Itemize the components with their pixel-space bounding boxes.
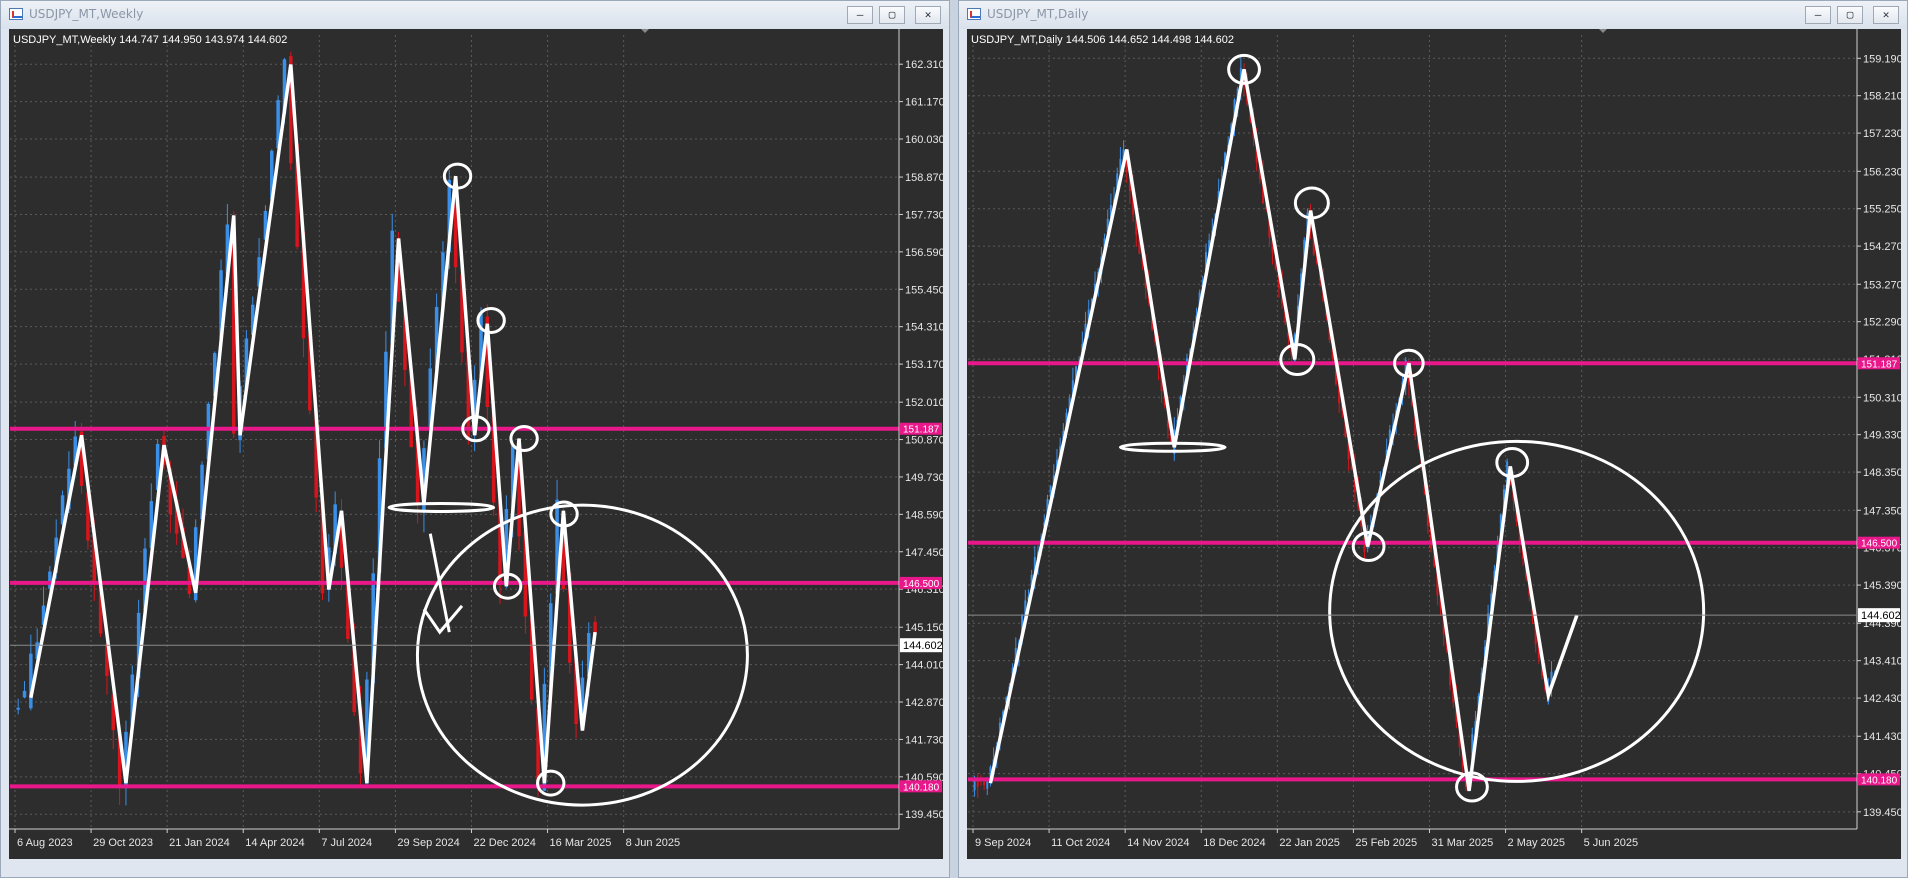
level-price-tag-label: 140.180 bbox=[903, 782, 940, 793]
weekly-candlestick-chart[interactable]: 151.187 146.500 140.180 162.310 161.170 160.0… bbox=[9, 29, 943, 859]
chart-window-icon bbox=[967, 8, 981, 20]
price-tick-label: 159.190 bbox=[1863, 53, 1901, 65]
shift-marker-icon bbox=[1599, 29, 1607, 33]
close-button[interactable]: ✕ bbox=[915, 6, 941, 24]
time-tick-label: 9 Sep 2024 bbox=[975, 837, 1031, 849]
price-tick-label: 145.150 bbox=[905, 622, 943, 634]
level-price-tag-label: 146.500 bbox=[903, 579, 940, 590]
current-price-label: 144.602 bbox=[903, 640, 943, 652]
close-button[interactable]: ✕ bbox=[1873, 6, 1899, 24]
time-tick-label: 2 May 2025 bbox=[1508, 837, 1565, 849]
candle bbox=[983, 781, 986, 786]
price-tick-label: 160.030 bbox=[905, 134, 943, 146]
level-price-tag-label: 151.187 bbox=[1861, 359, 1898, 370]
price-tick-label: 144.010 bbox=[905, 660, 943, 672]
daily-candlestick-chart[interactable]: 151.187 146.500 140.180 159.190 158.210 157.2… bbox=[967, 29, 1901, 859]
daily-chart-window: USDJPY_MT,Daily — ▢ ✕ 151.187 146.500 140.… bbox=[958, 0, 1908, 878]
price-tick-label: 155.250 bbox=[1863, 204, 1901, 216]
price-chart-area[interactable]: 151.187 146.500 140.180 159.190 158.210 157.2… bbox=[967, 29, 1901, 859]
price-chart-area[interactable]: 151.187 146.500 140.180 162.310 161.170 160.0… bbox=[9, 29, 943, 859]
time-tick-label: 7 Jul 2024 bbox=[321, 837, 372, 849]
price-tick-label: 156.230 bbox=[1863, 166, 1901, 178]
price-tick-label: 152.290 bbox=[1863, 317, 1901, 329]
price-tick-label: 141.730 bbox=[905, 734, 943, 746]
time-tick-label: 29 Sep 2024 bbox=[397, 837, 459, 849]
price-tick-label: 148.350 bbox=[1863, 467, 1901, 479]
price-tick-label: 150.870 bbox=[905, 435, 943, 447]
price-tick-label: 139.450 bbox=[905, 809, 943, 821]
current-price-label: 144.602 bbox=[1861, 610, 1901, 622]
drawn-base-ellipse[interactable] bbox=[387, 501, 496, 513]
level-price-tag-label: 151.187 bbox=[903, 425, 940, 436]
time-tick-label: 14 Nov 2024 bbox=[1127, 837, 1189, 849]
price-tick-label: 157.230 bbox=[1863, 128, 1901, 140]
time-tick-label: 22 Dec 2024 bbox=[473, 837, 535, 849]
time-tick-label: 31 Mar 2025 bbox=[1431, 837, 1493, 849]
level-price-tag-label: 146.500 bbox=[1861, 539, 1898, 550]
time-tick-label: 21 Jan 2024 bbox=[169, 837, 230, 849]
price-tick-label: 156.590 bbox=[905, 247, 943, 259]
price-tick-label: 139.450 bbox=[1863, 807, 1901, 819]
time-tick-label: 11 Oct 2024 bbox=[1051, 837, 1110, 849]
price-tick-label: 154.310 bbox=[905, 322, 943, 334]
time-tick-label: 8 Jun 2025 bbox=[626, 837, 680, 849]
drawn-large-circle[interactable] bbox=[415, 503, 749, 807]
candle bbox=[29, 653, 33, 709]
candle bbox=[16, 707, 20, 710]
candle bbox=[22, 690, 27, 698]
price-tick-label: 147.450 bbox=[905, 547, 943, 559]
drawn-stroke[interactable] bbox=[422, 604, 464, 635]
candle bbox=[976, 780, 979, 787]
drawn-pivot-circle[interactable] bbox=[536, 769, 566, 797]
price-tick-label: 141.430 bbox=[1863, 731, 1901, 743]
window-title: USDJPY_MT,Daily bbox=[987, 7, 1089, 21]
maximize-button[interactable]: ▢ bbox=[1837, 6, 1863, 24]
price-tick-label: 155.450 bbox=[905, 284, 943, 296]
price-tick-label: 158.870 bbox=[905, 172, 943, 184]
price-tick-label: 154.270 bbox=[1863, 241, 1901, 253]
price-tick-label: 149.730 bbox=[905, 472, 943, 484]
price-tick-label: 148.590 bbox=[905, 509, 943, 521]
price-tick-label: 158.210 bbox=[1863, 91, 1901, 103]
time-tick-label: 22 Jan 2025 bbox=[1279, 837, 1340, 849]
time-tick-label: 16 Mar 2025 bbox=[550, 837, 612, 849]
price-tick-label: 149.330 bbox=[1863, 430, 1901, 442]
time-tick-label: 5 Jun 2025 bbox=[1584, 837, 1638, 849]
price-tick-label: 142.870 bbox=[905, 697, 943, 709]
price-tick-label: 157.730 bbox=[905, 209, 943, 221]
chart-window-icon bbox=[9, 8, 23, 20]
maximize-button[interactable]: ▢ bbox=[879, 6, 905, 24]
drawn-trend-path[interactable] bbox=[29, 64, 597, 784]
time-tick-label: 25 Feb 2025 bbox=[1355, 837, 1417, 849]
candle bbox=[593, 621, 597, 634]
price-tick-label: 152.010 bbox=[905, 397, 943, 409]
price-tick-label: 162.310 bbox=[905, 59, 943, 71]
level-price-tag-label: 140.180 bbox=[1861, 775, 1898, 786]
shift-marker-icon bbox=[641, 29, 649, 33]
time-tick-label: 18 Dec 2024 bbox=[1203, 837, 1265, 849]
price-tick-label: 147.350 bbox=[1863, 505, 1901, 517]
minimize-button[interactable]: — bbox=[847, 6, 873, 24]
titlebar[interactable]: USDJPY_MT,Daily — ▢ ✕ bbox=[959, 1, 1907, 29]
ohlc-info-label: USDJPY_MT,Weekly 144.747 144.950 143.974… bbox=[13, 34, 287, 46]
time-tick-label: 6 Aug 2023 bbox=[17, 837, 73, 849]
ohlc-info-label: USDJPY_MT,Daily 144.506 144.652 144.498 … bbox=[971, 34, 1234, 46]
window-title: USDJPY_MT,Weekly bbox=[29, 7, 144, 21]
titlebar[interactable]: USDJPY_MT,Weekly — ▢ ✕ bbox=[1, 1, 949, 29]
weekly-chart-window: USDJPY_MT,Weekly — ▢ ✕ 151.187 146.500 140… bbox=[0, 0, 950, 878]
price-tick-label: 145.390 bbox=[1863, 580, 1901, 592]
price-tick-label: 150.310 bbox=[1863, 392, 1901, 404]
time-tick-label: 14 Apr 2024 bbox=[245, 837, 304, 849]
time-tick-label: 29 Oct 2023 bbox=[93, 837, 153, 849]
price-tick-label: 142.430 bbox=[1863, 693, 1901, 705]
price-tick-label: 161.170 bbox=[905, 97, 943, 109]
price-tick-label: 153.270 bbox=[1863, 279, 1901, 291]
price-tick-label: 153.170 bbox=[905, 359, 943, 371]
drawn-trend-path[interactable] bbox=[988, 69, 1579, 792]
price-tick-label: 143.410 bbox=[1863, 656, 1901, 668]
drawn-large-circle[interactable] bbox=[1328, 439, 1706, 783]
minimize-button[interactable]: — bbox=[1805, 6, 1831, 24]
